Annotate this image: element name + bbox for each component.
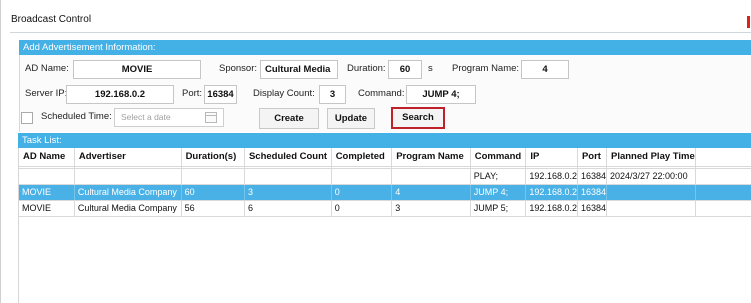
cell-completed: 0 (331, 184, 393, 201)
cell-ad-name: MOVIE (19, 184, 75, 201)
port-field[interactable]: 16384 (204, 85, 237, 104)
col-scheduled-count[interactable]: Scheduled Count (244, 148, 332, 167)
cell-advertiser: Cultural Media Company (74, 184, 182, 201)
cell-ad-name: MOVIE (19, 200, 75, 217)
cell-filler (695, 168, 751, 185)
cell-scheduled-count: 6 (244, 200, 332, 217)
col-command[interactable]: Command (470, 148, 527, 167)
col-port[interactable]: Port (577, 148, 608, 167)
window-close-mark[interactable] (747, 16, 750, 28)
col-ip[interactable]: IP (525, 148, 578, 167)
program-name-label: Program Name: (452, 63, 520, 74)
table-row-selected[interactable]: MOVIE Cultural Media Company 60 3 0 4 JU… (19, 184, 751, 201)
col-filler (695, 148, 751, 167)
broadcast-control-window: Broadcast Control Add Advertisement Info… (0, 0, 751, 303)
update-button[interactable]: Update (327, 108, 375, 129)
date-placeholder: Select a date (121, 112, 171, 122)
create-button[interactable]: Create (259, 108, 319, 129)
scheduled-time-checkbox[interactable] (21, 112, 33, 124)
table-row[interactable]: MOVIE Cultural Media Company 56 6 0 3 JU… (19, 200, 751, 217)
cell-advertiser: Cultural Media Company (74, 200, 182, 217)
cell-planned-play-time: 2024/3/27 22:00:00 (606, 168, 696, 185)
cell-ip: 192.168.0.2 (525, 168, 578, 185)
cell-ip: 192.168.0.2 (525, 184, 578, 201)
display-count-label: Display Count: (253, 88, 315, 99)
duration-label: Duration: (347, 63, 386, 74)
col-completed[interactable]: Completed (331, 148, 393, 167)
display-count-field[interactable]: 3 (319, 85, 346, 104)
col-program-name[interactable]: Program Name (391, 148, 471, 167)
cell-completed: 0 (331, 200, 393, 217)
cell-program-name: 4 (391, 184, 471, 201)
col-duration[interactable]: Duration(s) (181, 148, 245, 167)
task-table: AD Name Advertiser Duration(s) Scheduled… (19, 148, 751, 217)
command-label: Command: (358, 88, 405, 99)
duration-unit: s (428, 63, 433, 74)
port-label: Port: (182, 88, 203, 99)
window-title: Broadcast Control (11, 14, 92, 25)
cell-scheduled-count: 3 (244, 184, 332, 201)
table-row[interactable]: PLAY; 192.168.0.2 16384 2024/3/27 22:00:… (19, 168, 751, 185)
cell-command: JUMP 4; (470, 184, 527, 201)
cell-duration: 60 (181, 184, 245, 201)
cell-completed (331, 168, 393, 185)
command-field[interactable]: JUMP 4; (406, 85, 476, 104)
cell-duration (181, 168, 245, 185)
scheduled-time-datepicker[interactable]: Select a date (114, 108, 224, 127)
calendar-icon[interactable] (205, 112, 217, 123)
cell-command: JUMP 5; (470, 200, 527, 217)
server-ip-label: Server IP: (25, 88, 68, 99)
ad-name-field[interactable]: MOVIE (73, 60, 201, 79)
sponsor-label: Sponsor: (219, 63, 258, 74)
cell-program-name: 3 (391, 200, 471, 217)
cell-port: 16384 (577, 200, 608, 217)
sponsor-field[interactable]: Cultural Media (260, 60, 338, 79)
scheduled-time-label: Scheduled Time: (41, 111, 112, 122)
cell-planned-play-time (606, 184, 696, 201)
program-name-field[interactable]: 4 (521, 60, 569, 79)
col-planned-play-time[interactable]: Planned Play Time (606, 148, 696, 167)
cell-filler (695, 200, 751, 217)
server-ip-field[interactable]: 192.168.0.2 (66, 85, 174, 104)
col-ad-name[interactable]: AD Name (19, 148, 75, 167)
cell-ad-name (19, 168, 75, 185)
search-button[interactable]: Search (391, 107, 445, 129)
task-list-header: Task List: (18, 133, 751, 148)
cell-duration: 56 (181, 200, 245, 217)
table-header-row: AD Name Advertiser Duration(s) Scheduled… (19, 148, 751, 167)
title-divider (10, 32, 751, 33)
task-table-area: AD Name Advertiser Duration(s) Scheduled… (18, 148, 751, 303)
duration-field[interactable]: 60 (388, 60, 422, 79)
ad-name-label: AD Name: (25, 63, 69, 74)
cell-ip: 192.168.0.2 (525, 200, 578, 217)
cell-command: PLAY; (470, 168, 527, 185)
col-advertiser[interactable]: Advertiser (74, 148, 182, 167)
cell-scheduled-count (244, 168, 332, 185)
cell-planned-play-time (606, 200, 696, 217)
cell-port: 16384 (577, 168, 608, 185)
cell-filler (695, 184, 751, 201)
cell-port: 16384 (577, 184, 608, 201)
cell-program-name (391, 168, 471, 185)
add-advertisement-header: Add Advertisement Information: (19, 40, 751, 55)
cell-advertiser (74, 168, 182, 185)
